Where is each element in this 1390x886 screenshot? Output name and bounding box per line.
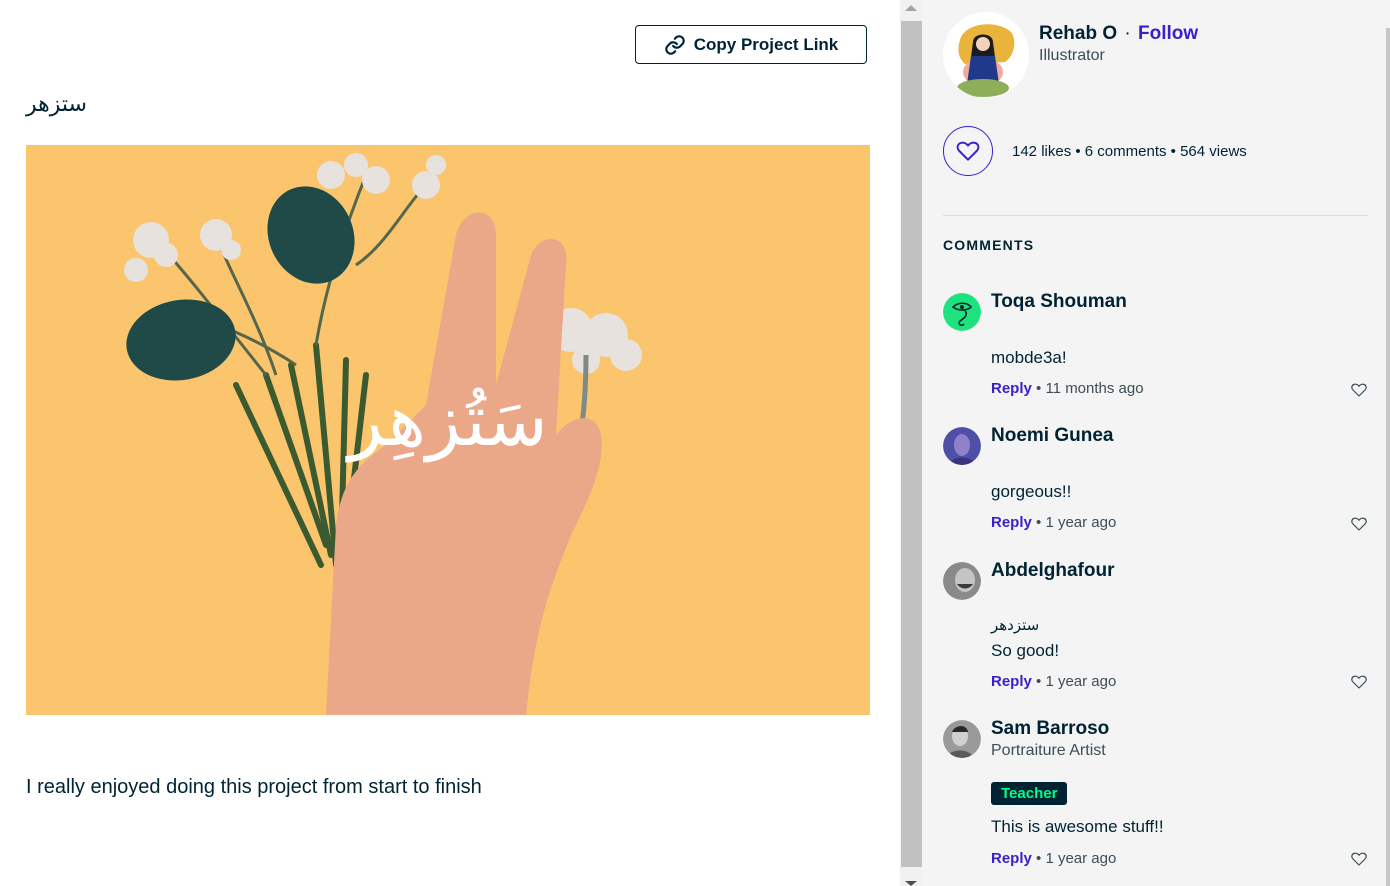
comment-text: mobde3a! [991, 348, 1067, 367]
author-avatar[interactable] [943, 12, 1029, 98]
scrollbar-thumb[interactable] [901, 21, 922, 867]
comment-text: So good! [991, 641, 1060, 660]
follow-button[interactable]: Follow [1138, 23, 1198, 44]
project-description: I really enjoyed doing this project from… [26, 776, 482, 798]
comment-time: 1 year ago [1045, 673, 1117, 690]
commenter-name[interactable]: Sam Barroso [991, 718, 1109, 740]
commenter-name[interactable]: Toqa Shouman [991, 291, 1127, 313]
sidebar-panel: Rehab O · Follow Illustrator 142 likes •… [922, 0, 1390, 886]
comments-heading: COMMENTS [943, 237, 1035, 253]
copy-project-link-button[interactable]: Copy Project Link [635, 25, 867, 64]
like-comment-heart-icon[interactable] [1350, 850, 1368, 868]
project-content: Copy Project Link ستزهر سَتُزهِر I reall… [0, 0, 900, 886]
reply-button[interactable]: Reply [991, 673, 1032, 690]
reply-button[interactable]: Reply [991, 850, 1032, 867]
link-icon [664, 34, 685, 55]
project-title: ستزهر [26, 92, 87, 117]
like-comment-heart-icon[interactable] [1350, 515, 1368, 533]
commenter-avatar[interactable] [943, 562, 981, 600]
comment-meta: Reply • 11 months ago [991, 380, 1144, 397]
reply-button[interactable]: Reply [991, 514, 1032, 531]
comment-meta: Reply • 1 year ago [991, 673, 1117, 690]
divider [943, 215, 1368, 216]
comment-time: 1 year ago [1045, 514, 1117, 531]
separator-dot: · [1124, 23, 1131, 44]
commenter-avatar[interactable] [943, 427, 981, 465]
sidebar-scrollbar[interactable] [1386, 28, 1390, 886]
comment-meta: Reply • 1 year ago [991, 514, 1117, 531]
like-project-button[interactable] [943, 126, 993, 176]
commenter-name[interactable]: Abdelghafour [991, 560, 1115, 582]
comment-arabic-text: ستزدهر [991, 616, 1040, 634]
content-scrollbar[interactable] [900, 0, 922, 886]
scroll-up-arrow-icon[interactable] [905, 5, 917, 11]
project-stats-row: 142 likes • 6 comments • 564 views [943, 126, 1247, 176]
commenter-avatar[interactable] [943, 293, 981, 331]
project-stats: 142 likes • 6 comments • 564 views [1012, 142, 1247, 160]
scroll-down-arrow-icon[interactable] [905, 881, 917, 886]
teacher-badge: Teacher [991, 782, 1068, 805]
hero-arabic-text: سَتُزهِر [345, 378, 547, 463]
comment-meta: Reply • 1 year ago [991, 850, 1117, 867]
author-block: Rehab O · Follow Illustrator [943, 12, 1198, 98]
project-hero-image: سَتُزهِر [26, 145, 870, 715]
commenter-name[interactable]: Noemi Gunea [991, 425, 1113, 447]
comment-text: gorgeous!! [991, 482, 1072, 501]
comment-text: This is awesome stuff!! [991, 817, 1164, 836]
reply-button[interactable]: Reply [991, 380, 1032, 397]
like-comment-heart-icon[interactable] [1350, 381, 1368, 399]
heart-icon [956, 141, 980, 161]
like-comment-heart-icon[interactable] [1350, 673, 1368, 691]
copy-project-link-label: Copy Project Link [693, 34, 839, 54]
commenter-subtitle: Portraiture Artist [991, 742, 1106, 759]
comment-time: 11 months ago [1045, 380, 1144, 397]
author-role: Illustrator [1039, 47, 1105, 64]
commenter-avatar[interactable] [943, 720, 981, 758]
comment-time: 1 year ago [1045, 850, 1117, 867]
author-name[interactable]: Rehab O [1039, 23, 1117, 44]
